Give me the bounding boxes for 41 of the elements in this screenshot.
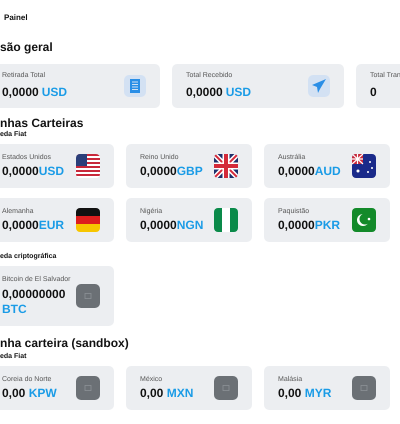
stat-amount: 0: [370, 84, 377, 101]
currency-code: PKR: [314, 218, 340, 232]
wallet-amount: 0,00: [2, 386, 26, 400]
send-icon: [312, 79, 326, 93]
currency-code: MYR: [304, 386, 332, 400]
wallet-amount: 0,0000: [2, 164, 39, 178]
currency-code: MXN: [166, 386, 194, 400]
wallet-amount: 0,0000: [278, 218, 315, 232]
image-placeholder-icon: [352, 376, 376, 400]
currency-code: USD: [226, 84, 252, 101]
stat-amount: 0,0000: [2, 84, 39, 101]
section-heading: nha carteira (sandbox): [0, 335, 130, 352]
image-placeholder-icon: [76, 284, 100, 308]
image-placeholder-icon: [214, 376, 238, 400]
receipt-icon: [130, 79, 140, 93]
currency-code: USD: [38, 164, 64, 178]
wallet-amount: 0,0000: [278, 164, 315, 178]
flag-icon: [214, 208, 238, 232]
currency-code: KPW: [28, 386, 57, 400]
stat-amount: 0,0000: [186, 84, 223, 101]
currency-code: GBP: [176, 164, 203, 178]
currency-code: EUR: [38, 218, 64, 232]
wallet-amount: 0,00: [140, 386, 164, 400]
section-heading: nhas Carteiras: [0, 115, 84, 130]
flag-icon: [352, 208, 376, 232]
flag-icon: [76, 154, 100, 178]
image-placeholder-icon: [76, 376, 100, 400]
wallet-amount: 0,0000: [140, 218, 177, 232]
currency-code: BTC: [2, 302, 27, 316]
section-heading: são geral: [0, 39, 54, 56]
flag-icon: [214, 154, 238, 178]
flag-icon: [76, 208, 100, 232]
flag-icon: [352, 154, 376, 178]
wallet-amount: 0,0000: [2, 218, 39, 232]
wallet-amount: 0,00: [278, 386, 302, 400]
breadcrumb: Painel: [3, 12, 29, 24]
currency-code: AUD: [314, 164, 341, 178]
currency-code: NGN: [176, 218, 204, 232]
currency-code: USD: [42, 84, 68, 101]
wallet-amount: 0,00000000: [2, 286, 66, 302]
wallet-amount: 0,0000: [140, 164, 177, 178]
